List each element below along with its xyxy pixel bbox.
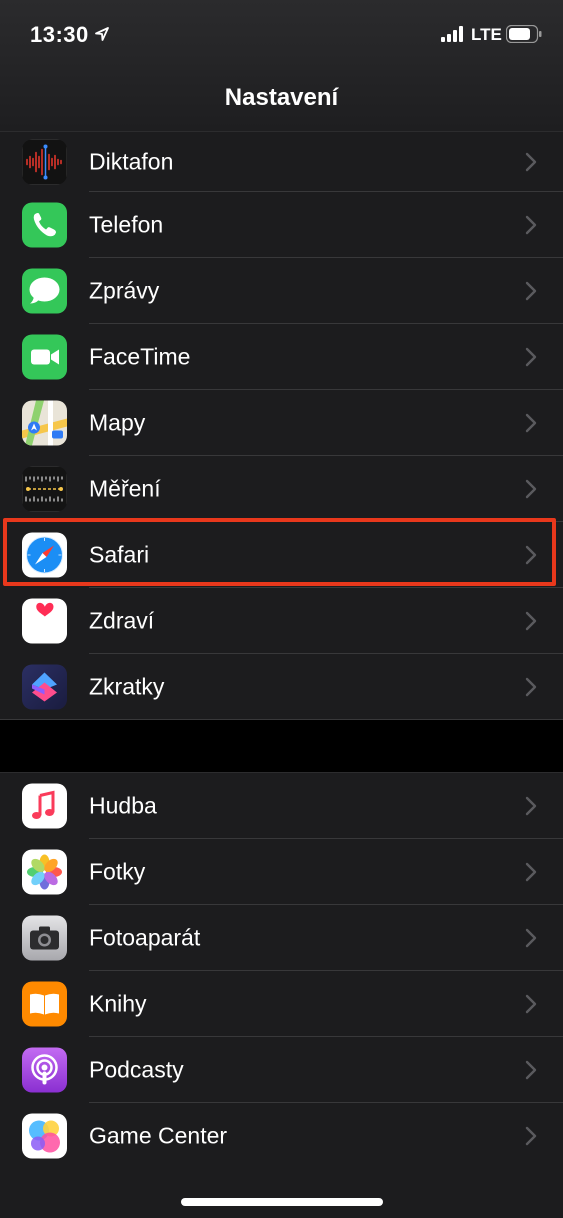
settings-row-label: Zkratky [89,673,165,700]
shortcuts-icon [22,664,67,710]
chevron-right-icon [525,215,537,235]
settings-row-label: Zprávy [89,277,160,304]
messages-icon [22,268,67,314]
settings-row-mereni[interactable]: Měření [0,456,563,522]
chevron-right-icon [525,1060,537,1080]
settings-row-label: Fotoaparát [89,924,201,951]
settings-row-label: Mapy [89,409,146,436]
chevron-right-icon [525,994,537,1014]
chevron-right-icon [525,281,537,301]
settings-row-knihy[interactable]: Knihy [0,971,563,1037]
health-icon [22,598,67,644]
settings-row-label: Fotky [89,858,146,885]
row-divider [0,719,563,720]
settings-row-label: Knihy [89,990,147,1017]
home-indicator[interactable] [181,1198,383,1206]
settings-row-label: Diktafon [89,148,174,175]
cellular-signal-icon [441,26,463,42]
chevron-right-icon [525,796,537,816]
settings-row-label: Hudba [89,792,157,819]
chevron-right-icon [525,1126,537,1146]
settings-row-podcasty[interactable]: Podcasty [0,1037,563,1103]
facetime-icon [22,334,67,380]
settings-row-hudba[interactable]: Hudba [0,773,563,839]
chevron-right-icon [525,928,537,948]
navigation-header: 13:30 LTE Nastavení [0,0,563,132]
chevron-right-icon [525,611,537,631]
settings-row-mapy[interactable]: Mapy [0,390,563,456]
page-title: Nastavení [224,84,339,111]
photos-icon [22,849,67,895]
battery-icon [506,25,542,43]
music-icon [22,783,67,829]
settings-row-fotoaparat[interactable]: Fotoaparát [0,905,563,971]
measure-icon [22,466,67,512]
settings-row-zkratky[interactable]: Zkratky [0,654,563,720]
settings-row-label: Game Center [89,1122,228,1149]
settings-group-apps-1: Diktafon Telefon Zprávy FaceTime Mapy Mě… [0,132,563,720]
settings-row-label: Telefon [89,211,164,238]
voice-memos-icon [22,139,67,185]
settings-row-label: Měření [89,475,161,502]
settings-row-zpravy[interactable]: Zprávy [0,258,563,324]
chevron-right-icon [525,413,537,433]
bottom-area [0,1168,563,1218]
settings-row-fotky[interactable]: Fotky [0,839,563,905]
settings-row-label: Zdraví [89,607,155,634]
chevron-right-icon [525,545,537,565]
settings-row-telefon[interactable]: Telefon [0,192,563,258]
settings-row-label: FaceTime [89,343,191,370]
chevron-right-icon [525,677,537,697]
settings-row-game-center[interactable]: Game Center [0,1103,563,1169]
settings-row-diktafon[interactable]: Diktafon [0,132,563,192]
maps-icon [22,400,67,446]
chevron-right-icon [525,152,537,172]
location-arrow-icon [95,27,109,41]
chevron-right-icon [525,862,537,882]
settings-group-apps-2: Hudba Fotky Fotoaparát Knihy Podcasty Ga… [0,772,563,1168]
phone-icon [22,202,67,248]
chevron-right-icon [525,479,537,499]
settings-row-label: Safari [89,541,150,568]
books-icon [22,981,67,1027]
settings-row-zdravi[interactable]: Zdraví [0,588,563,654]
status-time: 13:30 [30,22,89,47]
camera-icon [22,915,67,961]
podcasts-icon [22,1047,67,1093]
safari-icon [22,532,67,578]
game-center-icon [22,1113,67,1159]
settings-row-label: Podcasty [89,1056,184,1083]
settings-row-facetime[interactable]: FaceTime [0,324,563,390]
chevron-right-icon [525,347,537,367]
network-type-label: LTE [471,25,502,44]
settings-row-safari[interactable]: Safari [0,522,563,588]
